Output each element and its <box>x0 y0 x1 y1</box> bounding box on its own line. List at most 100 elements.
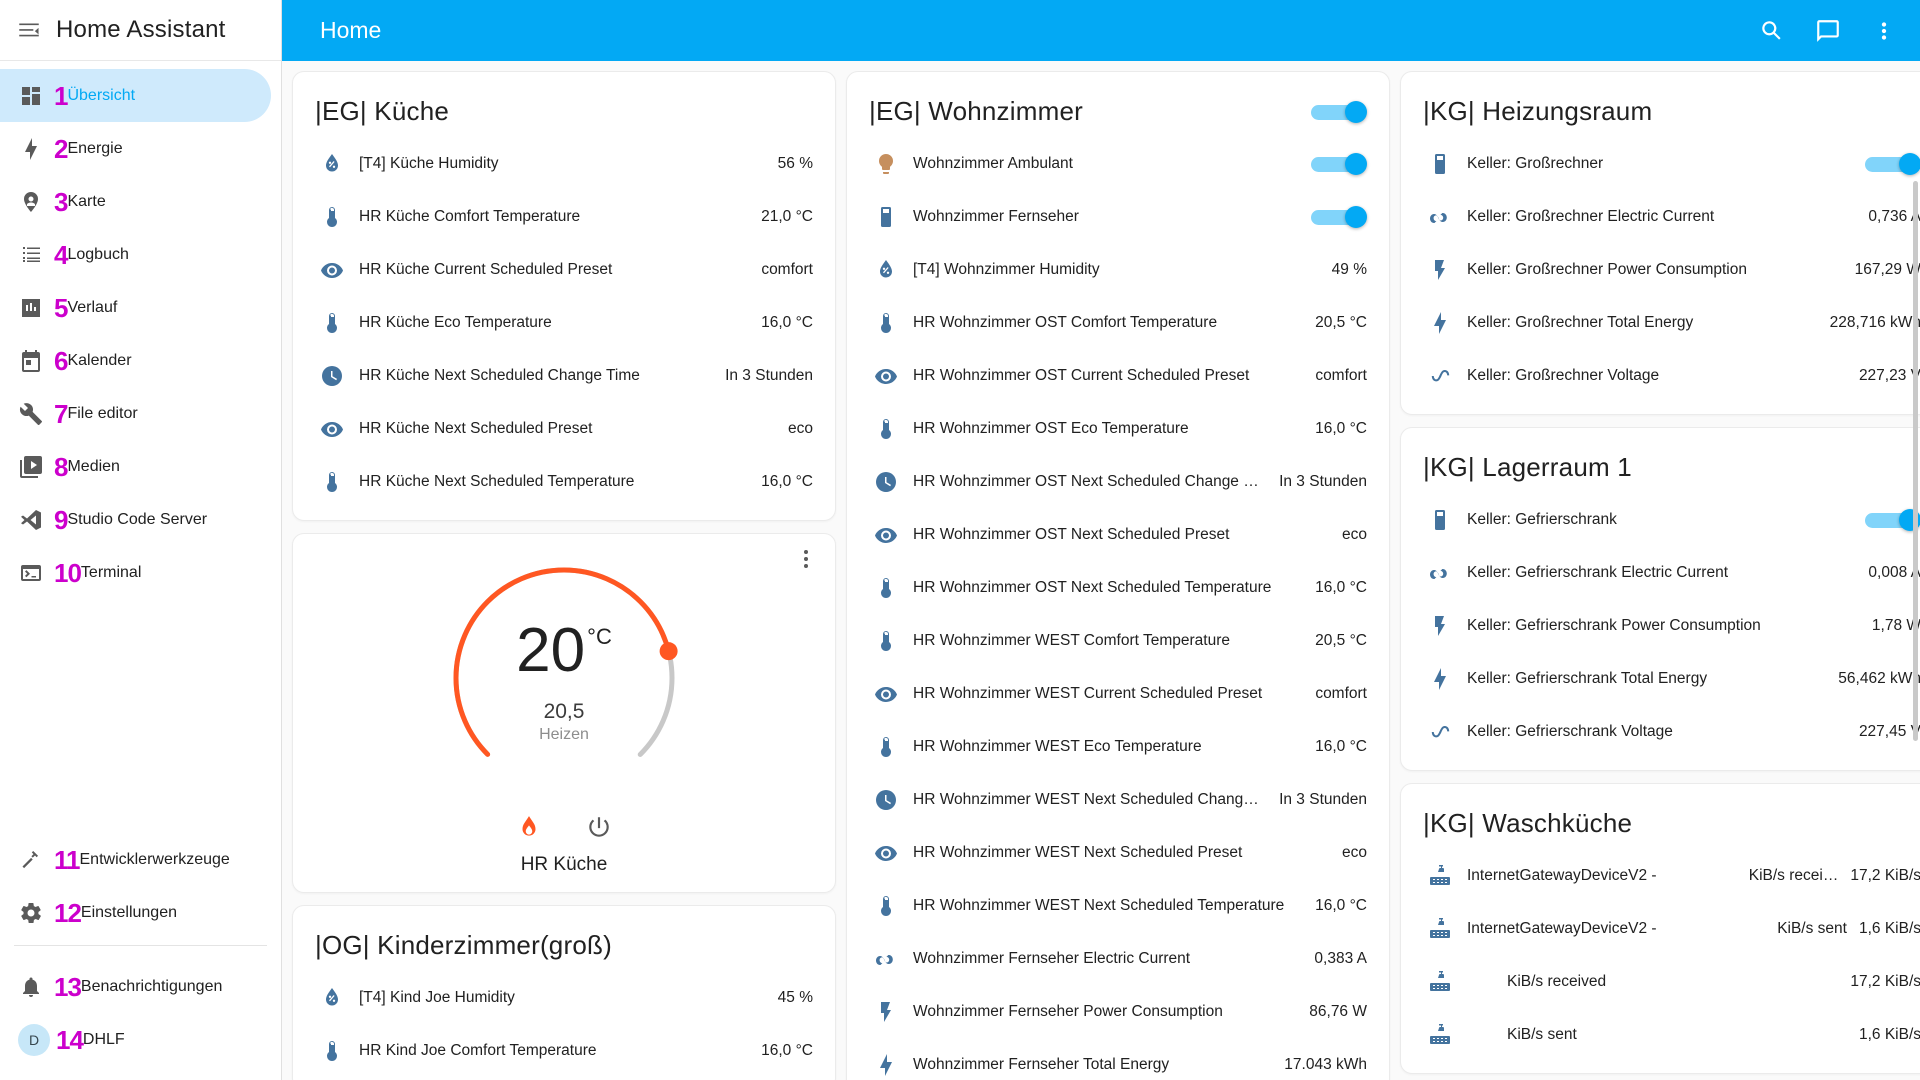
entity-row[interactable]: Keller: Großrechner Electric Current 0,73… <box>1401 190 1920 243</box>
sidebar-item-bersicht[interactable]: 1 Übersicht <box>0 69 271 122</box>
entity-value: In 3 Stunden <box>1279 472 1367 490</box>
entity-row[interactable]: [T4] Wohnzimmer Humidity 49 % <box>847 243 1389 296</box>
thermometer-icon <box>873 575 899 601</box>
sidebar-item-terminal[interactable]: 10 Terminal <box>0 546 271 599</box>
sidebar-item-medien[interactable]: 8 Medien <box>0 440 271 493</box>
flame-icon[interactable] <box>514 812 544 842</box>
entity-row[interactable]: [T4] Kind Joe Humidity 45 % <box>293 971 835 1024</box>
entity-toggle[interactable] <box>1311 100 1367 123</box>
sidebar-item-energie[interactable]: 2 Energie <box>0 122 271 175</box>
entity-toggle[interactable] <box>1865 152 1920 175</box>
lightbulb-icon <box>873 151 899 177</box>
thermometer-icon <box>873 734 899 760</box>
entity-row[interactable]: HR Kind Joe Comfort Temperature 16,0 °C <box>293 1024 835 1077</box>
thermostat-readout: 20°C 20,5 Heizen <box>430 620 698 744</box>
entity-row[interactable]: HR Wohnzimmer WEST Comfort Temperature 20… <box>847 614 1389 667</box>
vertical-scrollbar[interactable] <box>1913 181 1918 741</box>
annotation-number: 5 <box>54 292 69 323</box>
sidebar-item-kalender[interactable]: 6 Kalender <box>0 334 271 387</box>
entity-row[interactable]: HR Wohnzimmer WEST Next Scheduled Preset… <box>847 826 1389 879</box>
entity-row[interactable]: Keller: Großrechner Total Energy 228,716 … <box>1401 296 1920 349</box>
entity-row[interactable]: KiB/s received 17,2 KiB/s <box>1401 955 1920 1008</box>
calendar-icon <box>18 348 44 374</box>
eye-icon <box>873 522 899 548</box>
television-icon <box>873 204 899 230</box>
entity-row[interactable]: HR Wohnzimmer OST Eco Temperature 16,0 °C <box>847 402 1389 455</box>
entity-row[interactable]: HR Wohnzimmer OST Comfort Temperature 20,… <box>847 296 1389 349</box>
entity-value: 17.043 kWh <box>1284 1055 1367 1073</box>
entity-name: HR Küche Eco Temperature <box>359 313 552 331</box>
sidebar-item-benachrichtigungen[interactable]: 13 Benachrichtigungen <box>0 960 271 1013</box>
sidebar-item-karte[interactable]: 3 Karte <box>0 175 271 228</box>
entity-value: 167,29 W <box>1854 260 1920 278</box>
entity-row[interactable]: InternetGatewayDeviceV2 - KiB/s recei… 17,… <box>1401 849 1920 902</box>
entity-row[interactable]: KiB/s sent 1,6 KiB/s <box>1401 1008 1920 1061</box>
entity-name: Wohnzimmer Fernseher Electric Current <box>913 949 1191 967</box>
overflow-menu-icon[interactable] <box>1870 17 1898 45</box>
sidebar-item-logbuch[interactable]: 4 Logbuch <box>0 228 271 281</box>
entity-row[interactable]: HR Wohnzimmer WEST Next Scheduled Temper… <box>847 879 1389 932</box>
entity-row[interactable]: Wohnzimmer Ambulant <box>847 137 1389 190</box>
entity-row[interactable]: Keller: Gefrierschrank Electric Current 0… <box>1401 546 1920 599</box>
eye-icon <box>873 840 899 866</box>
entity-row[interactable]: Keller: Großrechner <box>1401 137 1920 190</box>
router-network-icon <box>1427 916 1453 942</box>
entity-row[interactable]: Keller: Großrechner Power Consumption 167… <box>1401 243 1920 296</box>
search-icon[interactable] <box>1758 17 1786 45</box>
menu-collapse-icon[interactable] <box>16 17 42 43</box>
entity-row[interactable]: Wohnzimmer Fernseher Power Consumption 86… <box>847 985 1389 1038</box>
entity-row[interactable]: HR Küche Next Scheduled Temperature 16,0 … <box>293 455 835 508</box>
sidebar-item-einstellungen[interactable]: 12 Einstellungen <box>0 886 271 939</box>
sidebar-item-label: Terminal <box>80 563 142 581</box>
entity-row[interactable]: Keller: Gefrierschrank <box>1401 493 1920 546</box>
overflow-menu-icon[interactable] <box>793 546 819 572</box>
entity-row[interactable]: HR Küche Next Scheduled Preset eco <box>293 402 835 455</box>
entity-row[interactable]: HR Wohnzimmer OST Current Scheduled Pres… <box>847 349 1389 402</box>
sidebar-item-verlauf[interactable]: 5 Verlauf <box>0 281 271 334</box>
clock-icon <box>873 787 899 813</box>
entity-toggle[interactable] <box>1311 152 1367 175</box>
sidebar-item-file-editor[interactable]: 7 File editor <box>0 387 271 440</box>
entity-row[interactable]: HR Küche Eco Temperature 16,0 °C <box>293 296 835 349</box>
entity-row[interactable]: Keller: Gefrierschrank Voltage 227,45 V <box>1401 705 1920 758</box>
sidebar-item-dhlf[interactable]: D 14 DHLF <box>0 1013 271 1066</box>
entity-name: Keller: Großrechner <box>1467 154 1604 172</box>
entity-name: HR Küche Next Scheduled Temperature <box>359 472 635 490</box>
sidebar-item-label: File editor <box>67 404 138 422</box>
column-1: |EG| Küche [T4] Küche Humidity 56 % HR Küch… <box>292 71 836 1080</box>
assist-icon[interactable] <box>1814 17 1842 45</box>
thermostat-dial[interactable]: 20°C 20,5 Heizen <box>293 540 835 804</box>
eye-icon <box>873 363 899 389</box>
entity-toggle[interactable] <box>1311 205 1367 228</box>
entity-row[interactable]: HR Wohnzimmer WEST Eco Temperature 16,0 °… <box>847 720 1389 773</box>
entity-name: HR Wohnzimmer OST Current Scheduled Pres… <box>913 366 1250 384</box>
entity-value: 17,2 KiB/s <box>1850 866 1920 884</box>
entity-row[interactable]: HR Wohnzimmer OST Next Scheduled Change … <box>847 455 1389 508</box>
sidebar-item-entwicklerwerkzeuge[interactable]: 11 Entwicklerwerkzeuge <box>0 833 271 886</box>
entity-name: Keller: Großrechner Electric Current <box>1467 207 1715 225</box>
power-icon[interactable] <box>584 812 614 842</box>
entity-row[interactable]: Wohnzimmer Fernseher Total Energy 17.043 … <box>847 1038 1389 1080</box>
entity-toggle[interactable] <box>1865 508 1920 531</box>
entity-row[interactable]: InternetGatewayDeviceV2 - KiB/s sent 1,6 K… <box>1401 902 1920 955</box>
entity-row[interactable]: HR Wohnzimmer OST Next Scheduled Tempera… <box>847 561 1389 614</box>
sidebar-item-studio-code-server[interactable]: 9 Studio Code Server <box>0 493 271 546</box>
entity-row[interactable]: Wohnzimmer Fernseher Electric Current 0,3… <box>847 932 1389 985</box>
sidebar-nav: 1 Übersicht 2 Energie 3 Karte 4 Logbuch 5 Verlauf… <box>0 61 281 599</box>
entity-row[interactable]: Wohnzimmer Fernseher <box>847 190 1389 243</box>
entity-row[interactable]: Keller: Gefrierschrank Total Energy 56,46… <box>1401 652 1920 705</box>
entity-row[interactable]: [T4] Küche Humidity 56 % <box>293 137 835 190</box>
entity-row[interactable]: HR Küche Current Scheduled Preset comfort <box>293 243 835 296</box>
entity-row[interactable]: Keller: Großrechner Voltage 227,23 V <box>1401 349 1920 402</box>
annotation-number: 3 <box>54 186 69 217</box>
entity-value: 16,0 °C <box>1315 419 1367 437</box>
annotation-number: 7 <box>54 398 69 429</box>
entity-name: Keller: Großrechner Total Energy <box>1467 313 1694 331</box>
entity-row[interactable]: HR Wohnzimmer WEST Next Scheduled Chang…… <box>847 773 1389 826</box>
entity-row[interactable]: Keller: Gefrierschrank Power Consumption… <box>1401 599 1920 652</box>
entity-row[interactable]: HR Wohnzimmer OST Next Scheduled Preset e… <box>847 508 1389 561</box>
play-box-multiple-icon <box>18 454 44 480</box>
entity-row[interactable]: HR Wohnzimmer WEST Current Scheduled Pre… <box>847 667 1389 720</box>
entity-row[interactable]: HR Küche Comfort Temperature 21,0 °C <box>293 190 835 243</box>
entity-row[interactable]: HR Küche Next Scheduled Change Time In 3 … <box>293 349 835 402</box>
